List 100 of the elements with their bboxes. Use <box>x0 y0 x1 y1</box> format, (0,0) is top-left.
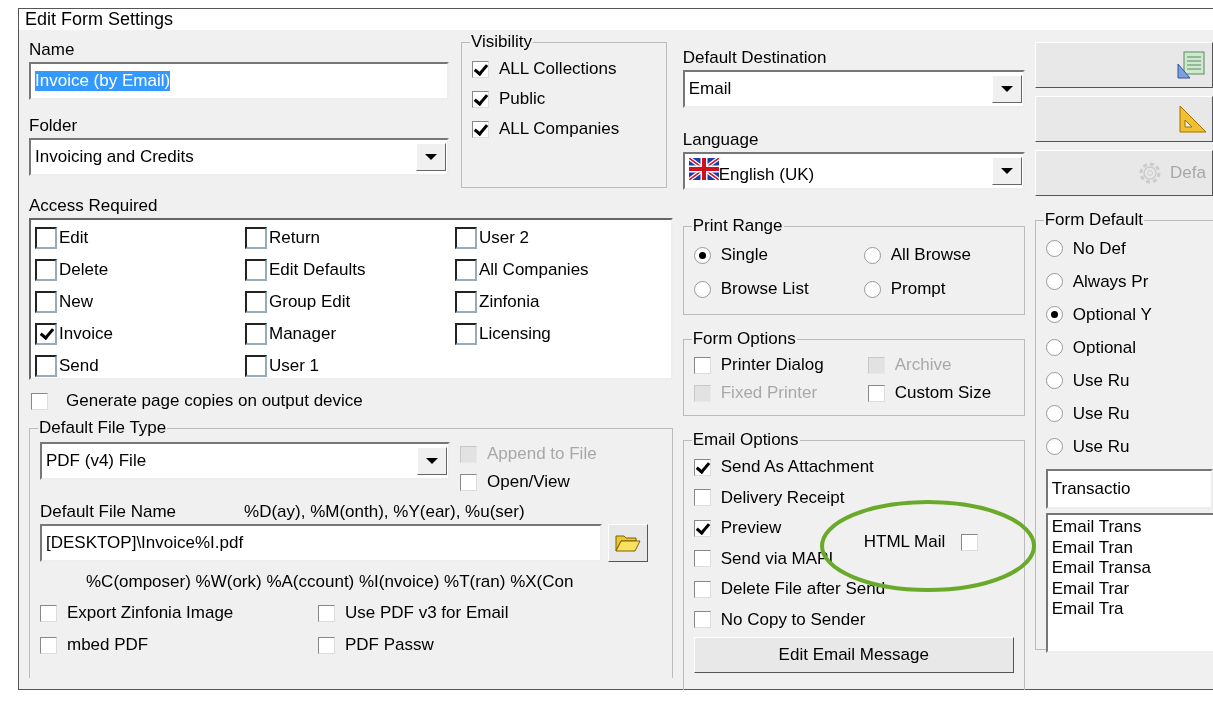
checkbox[interactable] <box>455 259 477 281</box>
checkbox-label: Archive <box>894 355 952 375</box>
checkbox[interactable] <box>455 227 477 249</box>
radio-button[interactable] <box>693 280 711 298</box>
radio-button[interactable] <box>1045 273 1063 290</box>
toolbar-button[interactable] <box>1034 42 1213 88</box>
checkbox-label: Export Zinfonia Image <box>67 603 234 623</box>
checkbox-label: Group Edit <box>269 292 351 312</box>
checkbox-label: Append to File <box>487 444 597 464</box>
folder-label: Folder <box>29 116 79 136</box>
radio-button[interactable] <box>1045 339 1063 356</box>
file-name-field[interactable]: [DESKTOP]\Invoice%I.pdf <box>40 524 602 562</box>
destination-dropdown[interactable]: Email <box>682 70 1025 108</box>
checkbox[interactable] <box>245 291 267 313</box>
checkbox-label: Invoice <box>59 324 113 344</box>
list-item[interactable]: Email Tran <box>1051 537 1209 558</box>
checkbox[interactable] <box>40 604 57 622</box>
checkbox-label: Delete <box>59 260 109 280</box>
radio-label: Prompt <box>890 279 946 299</box>
list-item[interactable]: Email Trans <box>1051 517 1209 538</box>
report-icon <box>1176 50 1206 80</box>
radio-button[interactable] <box>1045 438 1063 455</box>
checkbox[interactable] <box>693 611 711 629</box>
folder-dropdown[interactable]: Invoicing and Credits <box>29 138 449 176</box>
edit-email-message-button[interactable]: Edit Email Message <box>693 637 1014 673</box>
radio-label: Use Ru <box>1072 403 1130 424</box>
checkbox[interactable] <box>472 60 489 78</box>
list-item[interactable]: Email Tra <box>1051 599 1209 620</box>
browse-button[interactable] <box>608 524 648 562</box>
checkbox-label: ALL Companies <box>499 119 620 139</box>
language-label: Language <box>682 130 760 150</box>
radio-button[interactable] <box>1045 405 1063 422</box>
checkbox-label: mbed PDF <box>67 635 149 655</box>
radio-label: Optional <box>1072 337 1137 358</box>
group-title: Print Range <box>691 216 784 236</box>
token-hint: %C(omposer) %W(ork) %A(ccount) %I(nvoice) %T(ran) %X(Con <box>86 572 575 592</box>
checkbox[interactable] <box>35 355 57 377</box>
list-item[interactable]: Email Trar <box>1051 578 1209 599</box>
file-type-dropdown[interactable]: PDF (v4) File <box>40 442 450 480</box>
list-item[interactable]: Email Transa <box>1051 558 1209 579</box>
radio-button[interactable] <box>1045 306 1063 323</box>
checkbox-label: Return <box>269 228 321 248</box>
radio-label: Use Ru <box>1072 370 1130 391</box>
checkbox-label: Licensing <box>479 324 551 344</box>
checkbox-label: User 1 <box>269 356 320 376</box>
checkbox-label: Use PDF v3 for Email <box>345 603 509 623</box>
checkbox-label: Fixed Printer <box>720 383 818 403</box>
checkbox[interactable] <box>455 291 477 313</box>
checkbox[interactable] <box>693 489 711 507</box>
group-title: Visibility <box>470 32 534 52</box>
group-title: Form Options <box>691 329 797 349</box>
checkbox-label: New <box>59 292 93 312</box>
checkbox-label: Send <box>59 356 99 376</box>
checkbox[interactable] <box>693 519 711 537</box>
checkbox[interactable] <box>693 458 711 476</box>
checkbox[interactable] <box>867 384 885 402</box>
checkbox[interactable] <box>318 636 335 654</box>
checkbox[interactable] <box>961 533 979 551</box>
transaction-field[interactable]: Transactio <box>1045 469 1213 509</box>
language-dropdown[interactable]: English (UK) <box>682 152 1025 190</box>
token-hint: %D(ay), %M(onth), %Y(ear), %u(ser) <box>244 502 525 522</box>
checkbox[interactable] <box>693 356 711 374</box>
radio-button[interactable] <box>1045 240 1063 257</box>
toolbar-button[interactable] <box>1034 96 1213 142</box>
checkbox[interactable] <box>460 473 477 491</box>
radio-label: All Browse <box>890 245 972 265</box>
flag-icon <box>688 157 719 180</box>
checkbox-label: Send As Attachment <box>720 457 874 478</box>
group-title: Email Options <box>691 430 800 450</box>
name-label: Name <box>29 40 76 60</box>
checkbox[interactable] <box>693 580 711 598</box>
checkbox[interactable] <box>455 323 477 345</box>
checkbox-label: HTML Mail <box>863 532 946 552</box>
radio-label: No Def <box>1072 238 1126 259</box>
name-value: Invoice (by Email) <box>35 71 171 91</box>
checkbox[interactable] <box>245 227 267 249</box>
checkbox-label: Custom Size <box>894 383 992 403</box>
checkbox[interactable] <box>40 636 57 654</box>
checkbox[interactable] <box>245 259 267 281</box>
checkbox[interactable] <box>318 604 335 622</box>
checkbox-label: Printer Dialog <box>720 355 824 375</box>
checkbox[interactable] <box>35 259 57 281</box>
radio-label: Use Ru <box>1072 436 1130 457</box>
checkbox[interactable] <box>245 323 267 345</box>
checkbox[interactable] <box>35 323 57 345</box>
radio-button[interactable] <box>863 280 881 298</box>
checkbox[interactable] <box>472 90 489 108</box>
radio-button[interactable] <box>863 246 881 264</box>
radio-button[interactable] <box>1045 372 1063 389</box>
checkbox-label: Edit <box>59 228 89 248</box>
checkbox[interactable] <box>693 550 711 568</box>
checkbox[interactable] <box>35 227 57 249</box>
checkbox[interactable] <box>31 392 48 410</box>
checkbox[interactable] <box>472 120 489 138</box>
checkbox[interactable] <box>245 355 267 377</box>
radio-button[interactable] <box>693 246 711 264</box>
folder-icon <box>615 533 641 553</box>
checkbox[interactable] <box>35 291 57 313</box>
checkbox-label: Manager <box>269 324 337 344</box>
checkbox-label: Edit Defaults <box>269 260 366 280</box>
